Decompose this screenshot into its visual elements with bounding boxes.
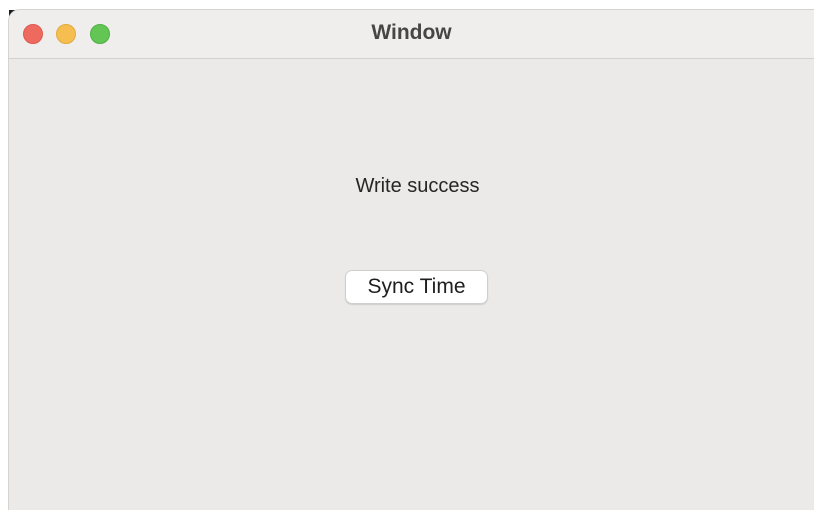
screen: Window Write success Sync Time bbox=[0, 0, 814, 510]
window-title: Window bbox=[371, 21, 452, 44]
window-content: Write success Sync Time bbox=[9, 59, 814, 510]
status-label: Write success bbox=[355, 175, 480, 197]
title-bar[interactable]: Window bbox=[9, 10, 814, 59]
app-window: Window Write success Sync Time bbox=[9, 10, 814, 510]
sync-time-button[interactable]: Sync Time bbox=[345, 270, 488, 304]
